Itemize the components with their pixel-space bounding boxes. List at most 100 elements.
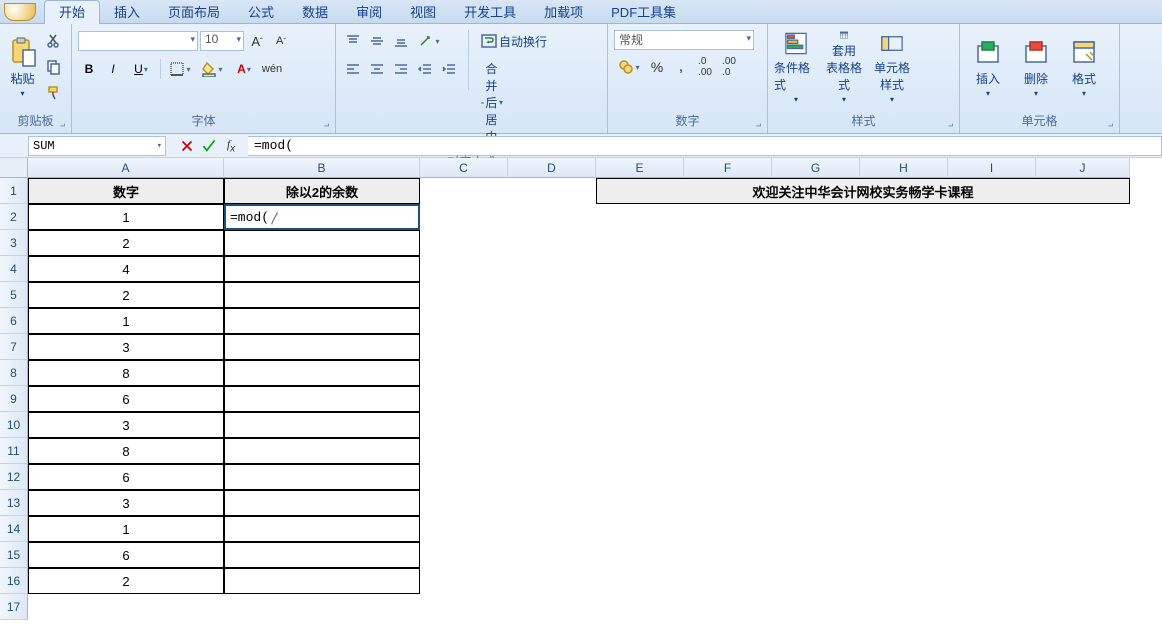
paste-button[interactable]: 粘贴 ▾ — [6, 30, 39, 104]
col-header-F[interactable]: F — [684, 158, 772, 178]
col-header-I[interactable]: I — [948, 158, 1036, 178]
row-header-8[interactable]: 8 — [0, 360, 28, 386]
align-center-button[interactable] — [366, 58, 388, 80]
row-header-3[interactable]: 3 — [0, 230, 28, 256]
row-header-9[interactable]: 9 — [0, 386, 28, 412]
tab-8[interactable]: 加载项 — [530, 1, 597, 24]
cell-B13[interactable] — [224, 490, 420, 516]
tab-3[interactable]: 公式 — [234, 1, 288, 24]
cell-B14[interactable] — [224, 516, 420, 542]
cell-A9[interactable]: 6 — [28, 386, 224, 412]
bold-button[interactable]: B — [78, 58, 100, 80]
number-format-select[interactable]: 常规 — [614, 30, 754, 50]
fx-icon[interactable]: fx — [222, 137, 240, 155]
cut-button[interactable] — [43, 30, 65, 52]
row-header-2[interactable]: 2 — [0, 204, 28, 230]
cell-B2[interactable]: =mod(〳 — [224, 204, 420, 230]
col-header-G[interactable]: G — [772, 158, 860, 178]
copy-button[interactable] — [43, 56, 65, 78]
wrap-text-button[interactable]: 自动换行 — [477, 30, 551, 52]
cell-B15[interactable] — [224, 542, 420, 568]
cell-A15[interactable]: 6 — [28, 542, 224, 568]
tab-9[interactable]: PDF工具集 — [597, 1, 690, 24]
row-header-7[interactable]: 7 — [0, 334, 28, 360]
row-header-1[interactable]: 1 — [0, 178, 28, 204]
comma-button[interactable]: , — [670, 56, 692, 78]
col-header-H[interactable]: H — [860, 158, 948, 178]
office-button[interactable] — [4, 3, 36, 21]
banner-cell[interactable]: 欢迎关注中华会计网校实务畅学卡课程 — [596, 178, 1130, 204]
cell-A10[interactable]: 3 — [28, 412, 224, 438]
cell-A7[interactable]: 3 — [28, 334, 224, 360]
row-header-6[interactable]: 6 — [0, 308, 28, 334]
cell-B11[interactable] — [224, 438, 420, 464]
col-header-C[interactable]: C — [420, 158, 508, 178]
underline-button[interactable]: U — [126, 58, 156, 80]
increase-decimal-button[interactable]: .0.00 — [694, 56, 716, 78]
decrease-font-button[interactable]: Aˇ — [270, 30, 292, 52]
insert-cells-button[interactable]: 插入▾ — [966, 30, 1010, 104]
increase-font-button[interactable]: Aˆ — [246, 30, 268, 52]
row-header-13[interactable]: 13 — [0, 490, 28, 516]
cell-A16[interactable]: 2 — [28, 568, 224, 594]
tab-2[interactable]: 页面布局 — [154, 1, 234, 24]
col-header-D[interactable]: D — [508, 158, 596, 178]
col-header-A[interactable]: A — [28, 158, 224, 178]
confirm-edit-icon[interactable] — [200, 137, 218, 155]
cell-B7[interactable] — [224, 334, 420, 360]
increase-indent-button[interactable] — [438, 58, 460, 80]
cell-A4[interactable]: 4 — [28, 256, 224, 282]
cell-B12[interactable] — [224, 464, 420, 490]
col-header-B[interactable]: B — [224, 158, 420, 178]
row-header-16[interactable]: 16 — [0, 568, 28, 594]
tab-4[interactable]: 数据 — [288, 1, 342, 24]
cell-A6[interactable]: 1 — [28, 308, 224, 334]
row-header-5[interactable]: 5 — [0, 282, 28, 308]
tab-7[interactable]: 开发工具 — [450, 1, 530, 24]
cell-B8[interactable] — [224, 360, 420, 386]
delete-cells-button[interactable]: 删除▾ — [1014, 30, 1058, 104]
cell-A3[interactable]: 2 — [28, 230, 224, 256]
align-bottom-button[interactable] — [390, 30, 412, 52]
cell-A12[interactable]: 6 — [28, 464, 224, 490]
row-header-10[interactable]: 10 — [0, 412, 28, 438]
align-top-button[interactable] — [342, 30, 364, 52]
fill-color-button[interactable] — [197, 58, 227, 80]
cell-A8[interactable]: 8 — [28, 360, 224, 386]
orientation-button[interactable] — [414, 30, 444, 52]
cell-styles-button[interactable]: 单元格 样式▾ — [870, 30, 914, 104]
align-left-button[interactable] — [342, 58, 364, 80]
cell-A2[interactable]: 1 — [28, 204, 224, 230]
font-name-select[interactable] — [78, 31, 198, 51]
name-box[interactable]: SUM — [28, 136, 166, 156]
accounting-format-button[interactable] — [614, 56, 644, 78]
cell-B9[interactable] — [224, 386, 420, 412]
cell-B4[interactable] — [224, 256, 420, 282]
borders-button[interactable] — [165, 58, 195, 80]
merge-center-button[interactable]: 合并后居中 — [477, 58, 507, 147]
cell-A5[interactable]: 2 — [28, 282, 224, 308]
tab-6[interactable]: 视图 — [396, 1, 450, 24]
col-header-E[interactable]: E — [596, 158, 684, 178]
cancel-edit-icon[interactable] — [178, 137, 196, 155]
cell-B6[interactable] — [224, 308, 420, 334]
format-cells-button[interactable]: 格式▾ — [1062, 30, 1106, 104]
conditional-format-button[interactable]: 条件格式▾ — [774, 30, 818, 104]
font-color-button[interactable]: A — [229, 58, 259, 80]
tab-0[interactable]: 开始 — [44, 0, 100, 24]
format-table-button[interactable]: 套用 表格格式▾ — [822, 30, 866, 104]
tab-1[interactable]: 插入 — [100, 1, 154, 24]
row-header-15[interactable]: 15 — [0, 542, 28, 568]
italic-button[interactable]: I — [102, 58, 124, 80]
row-header-4[interactable]: 4 — [0, 256, 28, 282]
cell-A13[interactable]: 3 — [28, 490, 224, 516]
phonetic-button[interactable]: wén — [261, 58, 283, 80]
cell-B3[interactable] — [224, 230, 420, 256]
decrease-decimal-button[interactable]: .00.0 — [718, 56, 740, 78]
cell-B5[interactable] — [224, 282, 420, 308]
select-all-corner[interactable] — [0, 158, 28, 178]
cell-A11[interactable]: 8 — [28, 438, 224, 464]
format-painter-button[interactable] — [43, 82, 65, 104]
cell-B16[interactable] — [224, 568, 420, 594]
row-header-14[interactable]: 14 — [0, 516, 28, 542]
